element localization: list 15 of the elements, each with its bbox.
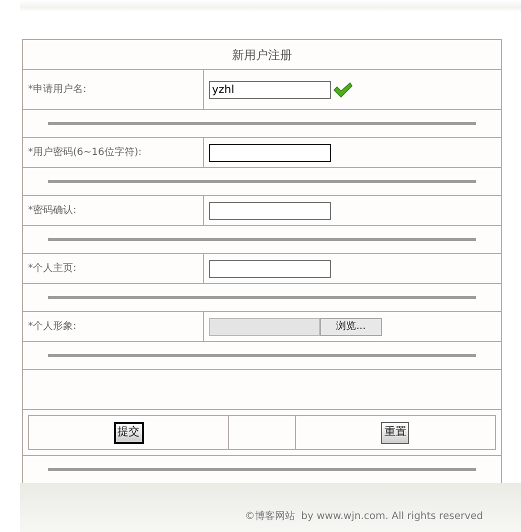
input-field[interactable] (209, 202, 331, 220)
file-path-field[interactable] (209, 318, 320, 336)
browse-button[interactable]: 浏览... (320, 318, 382, 336)
footer-text: ©博客网站 by www.wjn.com. All rights reserved (244, 510, 483, 524)
input-field[interactable] (209, 260, 331, 278)
reset-button[interactable]: 重置 (381, 422, 410, 444)
input-field[interactable]: yzhl (209, 80, 331, 98)
field-label: *用户密码(6~16位字符): (28, 147, 142, 158)
input-field[interactable] (209, 144, 331, 162)
form-title: 新用户注册 (232, 48, 292, 62)
field-label: *个人形象: (28, 321, 76, 332)
field-label: *密码确认: (28, 205, 76, 216)
field-label: *申请用户名: (28, 84, 86, 95)
submit-button[interactable]: 提交 (114, 422, 144, 444)
field-label: *个人主页: (28, 263, 76, 274)
